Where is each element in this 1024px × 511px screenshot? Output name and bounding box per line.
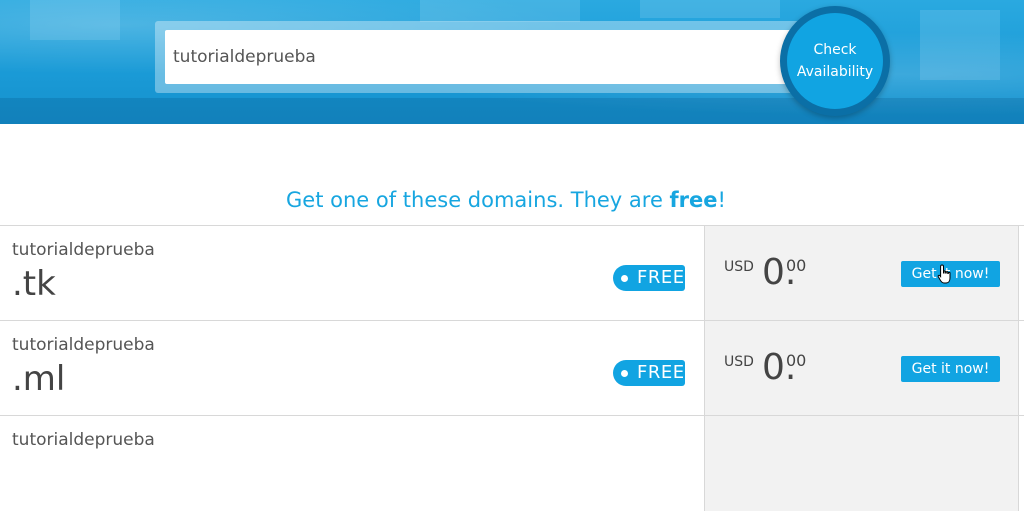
- domain-result-row: tutorialdeprueba .ml FREE USD 0. 00 Get …: [0, 320, 1024, 416]
- price-cents: 00: [786, 351, 807, 370]
- background-sign: [920, 10, 1000, 80]
- headline-suffix: !: [717, 188, 726, 212]
- free-badge-label: FREE: [637, 267, 685, 288]
- currency-label: USD: [724, 354, 754, 370]
- price-cell: USD 0. 00 Get it now!: [704, 226, 1019, 321]
- price-cell: [704, 416, 1019, 511]
- domain-search-input[interactable]: [165, 30, 797, 84]
- domain-info-cell: tutorialdeprueba .tk FREE: [0, 226, 704, 321]
- currency-label: USD: [724, 259, 754, 275]
- check-availability-label-line2: Availability: [796, 64, 874, 80]
- domain-tld: .tk: [12, 264, 56, 304]
- get-it-now-button[interactable]: Get it now!: [901, 356, 1000, 382]
- domain-search-box: [155, 21, 858, 93]
- headline-emphasis: free: [669, 188, 718, 212]
- free-domains-headline: Get one of these domains. They are free!: [0, 188, 1012, 212]
- domain-result-row: tutorialdeprueba .tk FREE USD 0. 00 Get …: [0, 225, 1024, 321]
- headline-prefix: Get one of these domains. They are: [286, 188, 670, 212]
- domain-info-cell: tutorialdeprueba: [0, 416, 704, 511]
- domain-result-row: tutorialdeprueba: [0, 415, 1024, 511]
- free-badge: FREE: [613, 265, 685, 291]
- bullet-icon: [621, 370, 628, 377]
- domain-name: tutorialdeprueba: [12, 430, 155, 450]
- hero-banner: Check Availability: [0, 0, 1024, 124]
- check-availability-button[interactable]: Check Availability: [780, 6, 890, 116]
- pointer-hand-cursor-icon: [937, 264, 951, 284]
- background-sign: [30, 0, 120, 40]
- free-badge-label: FREE: [637, 362, 685, 383]
- domain-name: tutorialdeprueba: [12, 335, 155, 355]
- domain-name: tutorialdeprueba: [12, 240, 155, 260]
- background-sign: [420, 0, 580, 22]
- domain-info-cell: tutorialdeprueba .ml FREE: [0, 321, 704, 416]
- price-cents: 00: [786, 256, 807, 275]
- price-cell: USD 0. 00 Get it now!: [704, 321, 1019, 416]
- free-badge: FREE: [613, 360, 685, 386]
- background-sign: [640, 0, 780, 18]
- check-availability-label-line1: Check: [813, 42, 857, 58]
- bullet-icon: [621, 275, 628, 282]
- domain-tld: .ml: [12, 359, 66, 399]
